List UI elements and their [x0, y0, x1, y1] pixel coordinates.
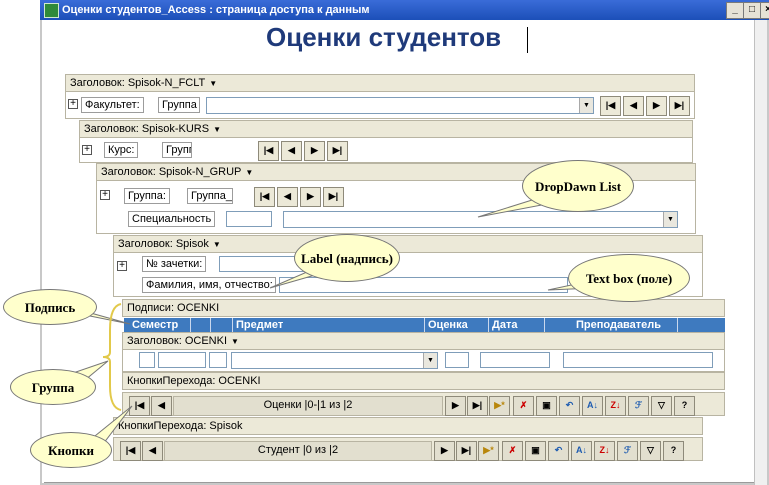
callout-group: Группа	[10, 369, 96, 405]
callout-caption: Подпись	[3, 289, 97, 325]
callout-dropdown-list: DropDawn List	[522, 160, 634, 212]
callout-label: Label (надпись)	[294, 234, 400, 282]
callout-textbox: Text box (поле)	[568, 254, 690, 302]
callout-buttons: Кнопки	[30, 432, 112, 468]
